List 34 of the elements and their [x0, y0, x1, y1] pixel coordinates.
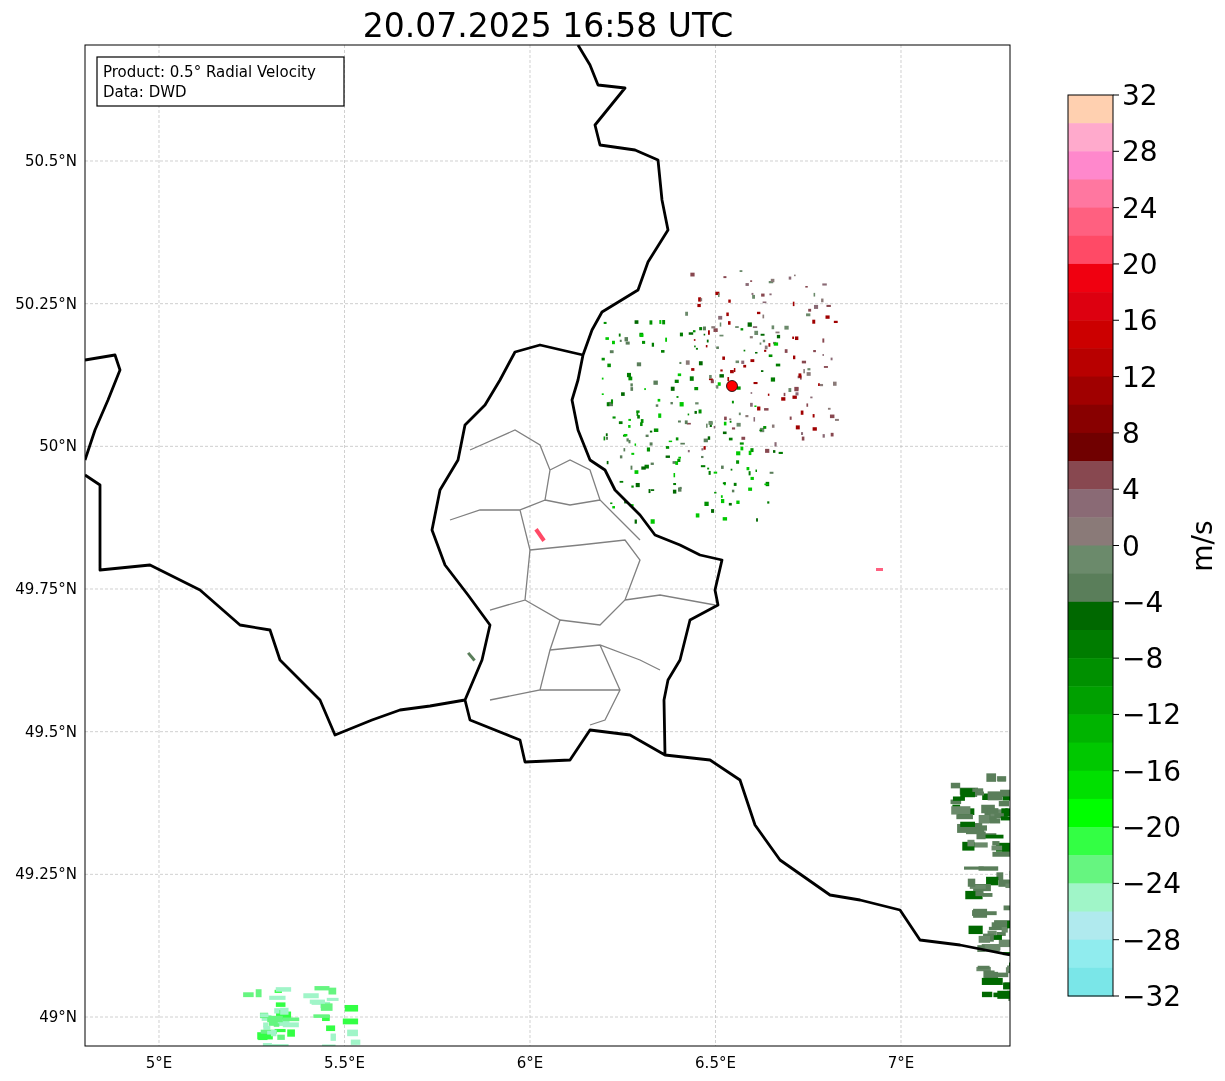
longitude-label: 5°E: [145, 1054, 173, 1072]
radar-site-icon: [726, 380, 738, 392]
colorbar-tick-label: 8: [1122, 416, 1140, 450]
colorbar-tick-label: −28: [1122, 923, 1182, 957]
latitude-label: 49°N: [39, 1008, 77, 1026]
latitude-label: 49.25°N: [15, 865, 77, 884]
latitude-label: 50°N: [39, 437, 77, 456]
legend-text: Data: DWD: [103, 83, 187, 101]
colorbar-tick-label: −4: [1122, 585, 1164, 619]
colorbar-unit-label: m/s: [1186, 520, 1219, 572]
latitude-label: 50.25°N: [15, 294, 77, 313]
colorbar-tick-label: −12: [1122, 698, 1182, 732]
colorbar-tick-label: 12: [1122, 360, 1158, 394]
longitude-label: 7°E: [887, 1054, 915, 1072]
legend-text: Product: 0.5° Radial Velocity: [103, 63, 316, 81]
longitude-label: 5.5°E: [324, 1054, 365, 1072]
colorbar-tick-label: 32: [1122, 79, 1158, 112]
colorbar-tick-label: 20: [1122, 247, 1158, 281]
colorbar-tick-label: −8: [1122, 642, 1164, 676]
longitude-label: 6°E: [516, 1054, 544, 1072]
colorbar-tick-label: −16: [1122, 754, 1182, 788]
colorbar-tick-label: −32: [1122, 980, 1182, 1013]
colorbar-tick-label: 0: [1122, 529, 1140, 563]
colorbar-tick-label: 24: [1122, 191, 1158, 225]
colorbar-tick-label: 28: [1122, 135, 1158, 169]
latitude-label: 50.5°N: [24, 152, 77, 170]
colorbar-tick-label: −24: [1122, 867, 1182, 901]
chart-title: 20.07.2025 16:58 UTC: [361, 6, 735, 46]
longitude-label: 6.5°E: [695, 1054, 736, 1072]
latitude-label: 49.75°N: [15, 580, 77, 598]
latitude-label: 49.5°N: [24, 722, 77, 741]
colorbar-tick-label: 16: [1122, 304, 1158, 338]
colorbar-tick-label: −20: [1122, 811, 1182, 845]
colorbar-tick-label: 4: [1122, 473, 1140, 507]
